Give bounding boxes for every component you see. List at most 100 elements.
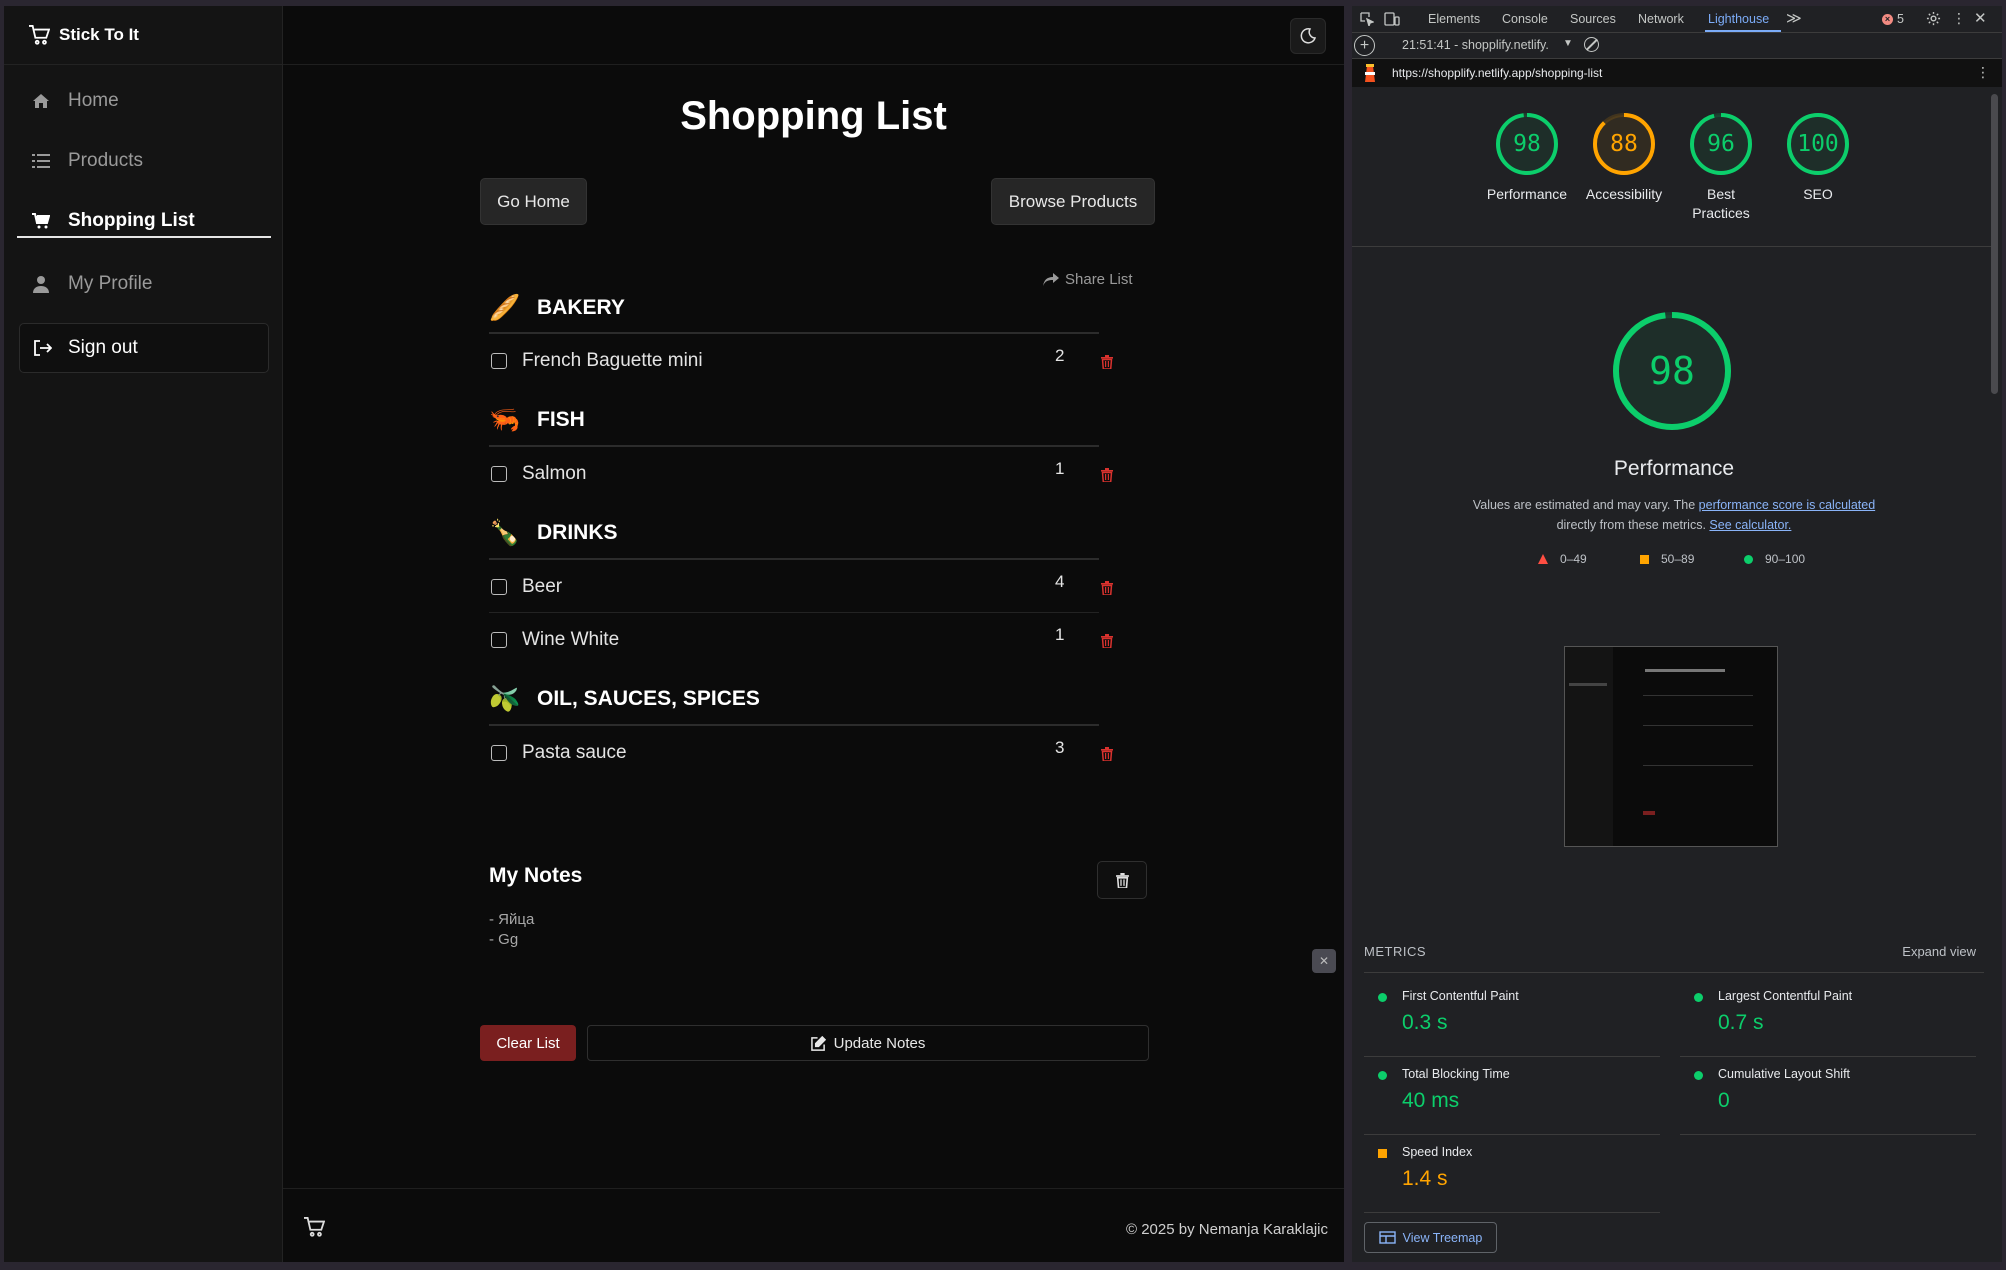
nav-item-home[interactable]: Home xyxy=(4,76,283,126)
nav-label: Home xyxy=(68,90,119,111)
nav-item-shopping-list[interactable]: Shopping List xyxy=(4,196,283,246)
metric-value: 0 xyxy=(1718,1089,1730,1112)
error-counter[interactable]: × 5 xyxy=(1882,12,1904,26)
pass-dot-icon xyxy=(1378,1071,1387,1080)
sidebar: Stick To It Home Products Shopping List … xyxy=(4,6,283,1262)
nav-item-my-profile[interactable]: My Profile xyxy=(4,259,283,309)
tab-elements[interactable]: Elements xyxy=(1428,12,1480,26)
audited-url-bar: https://shopplify.netlify.app/shopping-l… xyxy=(1352,59,2002,87)
score-value: 96 xyxy=(1707,131,1735,157)
triangle-icon xyxy=(1538,554,1548,564)
delete-notes-button[interactable] xyxy=(1097,861,1147,899)
moon-icon xyxy=(1300,28,1316,44)
category-header-oil-sauces-spices: 🫒 OIL, SAUCES, SPICES xyxy=(489,679,1099,719)
extension-icon[interactable]: ✕ xyxy=(1312,949,1336,973)
item-checkbox[interactable] xyxy=(491,632,507,648)
active-nav-underline xyxy=(17,236,271,238)
list-item: Pasta sauce 3 xyxy=(489,733,1113,773)
score-accessibility[interactable]: 88 Accessibility xyxy=(1581,111,1667,204)
tab-console[interactable]: Console xyxy=(1502,12,1548,26)
pass-dot-icon xyxy=(1694,1071,1703,1080)
item-checkbox[interactable] xyxy=(491,466,507,482)
new-report-icon[interactable]: + xyxy=(1354,35,1375,56)
nav-label: My Profile xyxy=(68,273,153,294)
page-screenshot-thumbnail[interactable] xyxy=(1564,646,1778,847)
item-checkbox[interactable] xyxy=(491,579,507,595)
lighthouse-logo-icon xyxy=(1362,64,1378,83)
expand-view-button[interactable]: Expand view xyxy=(1902,944,1976,959)
category-divider xyxy=(489,445,1099,447)
oil-icon: 🫒 xyxy=(489,684,521,713)
devtools-tab-bar: Elements Console Sources Network Lightho… xyxy=(1352,6,2002,33)
tab-lighthouse[interactable]: Lighthouse xyxy=(1708,12,1769,26)
list-item: Wine White 1 xyxy=(489,620,1113,660)
metric-cls: Cumulative Layout Shift 0 xyxy=(1680,1057,1976,1135)
share-list-button[interactable]: Share List xyxy=(1043,271,1133,288)
score-seo[interactable]: 100 SEO xyxy=(1775,111,1861,204)
metric-value: 1.4 s xyxy=(1402,1167,1448,1190)
average-square-icon xyxy=(1378,1149,1387,1158)
nav-label: Products xyxy=(68,150,143,171)
item-name: Pasta sauce xyxy=(522,742,627,763)
nav-label: Shopping List xyxy=(68,210,195,231)
theme-toggle-button[interactable] xyxy=(1290,18,1326,54)
metric-value: 40 ms xyxy=(1402,1089,1460,1112)
home-icon xyxy=(30,93,52,109)
score-calculated-link[interactable]: performance score is calculated xyxy=(1699,498,1875,512)
more-options-icon[interactable]: ⋮ xyxy=(1976,64,1990,81)
score-gauge: 98 xyxy=(1494,111,1560,177)
score-label: Performance xyxy=(1486,186,1568,202)
tab-network[interactable]: Network xyxy=(1638,12,1684,26)
legend-label: 90–100 xyxy=(1765,552,1806,566)
page-title: Shopping List xyxy=(680,94,947,138)
more-tabs-icon[interactable]: ≫ xyxy=(1786,9,1802,27)
trash-icon[interactable] xyxy=(1101,745,1113,767)
trash-icon[interactable] xyxy=(1101,579,1113,601)
note-line: - Яйца xyxy=(489,911,535,928)
close-devtools-icon[interactable]: ✕ xyxy=(1974,9,1987,27)
nav-item-products[interactable]: Products xyxy=(4,136,283,186)
metrics-divider xyxy=(1364,972,1984,973)
item-checkbox[interactable] xyxy=(491,745,507,761)
chevron-down-icon[interactable]: ▼ xyxy=(1563,38,1573,49)
clear-list-button[interactable]: Clear List xyxy=(480,1025,576,1061)
cart-icon[interactable] xyxy=(303,1217,326,1242)
metrics-header: METRICS xyxy=(1364,944,1426,959)
item-checkbox[interactable] xyxy=(491,353,507,369)
desc-text: Values are estimated and may vary. The xyxy=(1472,498,1696,512)
score-best-practices[interactable]: 96 Best Practices xyxy=(1678,111,1764,223)
score-performance[interactable]: 98 Performance xyxy=(1484,111,1570,204)
inspect-icon[interactable] xyxy=(1360,12,1375,29)
note-line: - Gg xyxy=(489,931,519,948)
item-quantity: 2 xyxy=(1055,346,1065,365)
brand-name: Stick To It xyxy=(59,25,139,44)
error-count: 5 xyxy=(1897,12,1904,26)
trash-icon[interactable] xyxy=(1101,466,1113,488)
sign-out-button[interactable]: Sign out xyxy=(19,323,269,373)
clear-report-icon[interactable] xyxy=(1584,37,1599,52)
trash-icon[interactable] xyxy=(1101,353,1113,375)
item-name: Salmon xyxy=(522,463,587,484)
devtools-scrollbar[interactable] xyxy=(1991,94,1998,394)
see-calculator-link[interactable]: See calculator. xyxy=(1709,518,1791,532)
trash-icon[interactable] xyxy=(1101,632,1113,654)
top-bar xyxy=(283,6,1344,65)
report-selector[interactable]: 21:51:41 - shopplify.netlify. xyxy=(1402,38,1549,52)
settings-gear-icon[interactable] xyxy=(1926,11,1941,29)
tab-sources[interactable]: Sources xyxy=(1570,12,1616,26)
item-quantity: 3 xyxy=(1055,738,1065,757)
go-home-button[interactable]: Go Home xyxy=(480,178,587,225)
device-toggle-icon[interactable] xyxy=(1384,12,1400,29)
treemap-label: View Treemap xyxy=(1402,1230,1483,1245)
user-icon xyxy=(30,275,52,293)
view-treemap-button[interactable]: View Treemap xyxy=(1364,1222,1497,1253)
performance-title: Performance xyxy=(1613,457,1735,480)
circle-icon xyxy=(1744,554,1753,564)
sign-out-label: Sign out xyxy=(68,337,138,358)
more-options-icon[interactable]: ⋮ xyxy=(1952,10,1966,27)
footer: © 2025 by Nemanja Karaklajic xyxy=(283,1188,1344,1262)
update-notes-button[interactable]: Update Notes xyxy=(587,1025,1149,1061)
brand[interactable]: Stick To It xyxy=(4,6,282,65)
browse-products-button[interactable]: Browse Products xyxy=(991,178,1155,225)
metric-value: 0.3 s xyxy=(1402,1011,1448,1034)
